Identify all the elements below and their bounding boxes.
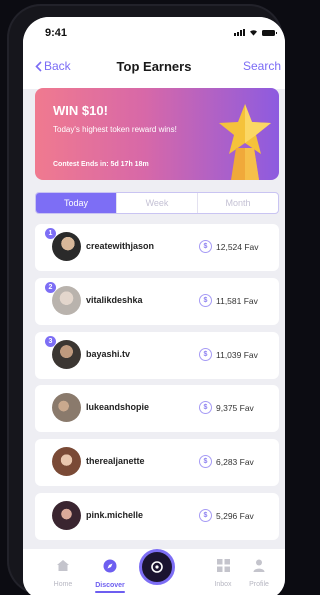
token-coin-icon: $	[199, 347, 212, 361]
banner-subtitle: Today's highest token reward wins!	[53, 125, 177, 134]
rank-badge: 3	[45, 335, 56, 347]
inbox-icon	[216, 559, 230, 572]
leaderboard-row[interactable]: pink.michelle $ 5,296 Fav	[35, 492, 279, 540]
battery-icon	[262, 30, 277, 36]
score: 12,524 Fav	[216, 242, 259, 252]
phone-frame: 9:41 Back Top Earners Search WIN $10! To…	[7, 4, 285, 595]
person-icon	[253, 559, 265, 572]
username: bayashi.tv	[86, 348, 131, 359]
rank-badge: 2	[45, 281, 56, 293]
username: vitalikdeshka	[86, 294, 143, 305]
avatar	[52, 500, 81, 530]
token-coin-icon: $	[199, 401, 212, 415]
tab-week[interactable]: Week	[117, 193, 198, 213]
nav-bar: Back Top Earners Search	[23, 49, 285, 89]
period-tabs: Today Week Month	[35, 192, 279, 214]
username: createwithjason	[86, 241, 155, 251]
status-time: 9:41	[45, 27, 68, 39]
star-trophy-icon	[219, 104, 271, 180]
tab-home[interactable]: Home	[41, 559, 85, 588]
bottom-tab-bar: Home Discover Inbox Profile	[23, 549, 285, 595]
score: 6,283 Fav	[216, 457, 254, 468]
rank-badge: 1	[45, 228, 56, 239]
tab-month[interactable]: Month	[198, 193, 278, 213]
score: 11,039 Fav	[216, 349, 258, 360]
status-bar: 9:41	[23, 17, 285, 49]
token-coin-icon: $	[199, 240, 212, 253]
tab-discover[interactable]: Discover	[88, 559, 132, 593]
token-coin-icon: $	[199, 293, 212, 307]
username: therealjanette	[86, 456, 145, 467]
banner-headline: WIN $10!	[53, 103, 108, 118]
tab-profile-label: Profile	[249, 581, 269, 588]
tab-home-label: Home	[53, 581, 73, 588]
leaderboard-list: 1 createwithjason $ 12,524 Fav 2 vitalik…	[35, 224, 279, 547]
home-icon	[57, 560, 69, 571]
leaderboard-row[interactable]: 3 bayashi.tv $ 11,039 Fav	[35, 331, 279, 379]
score: 5,296 Fav	[216, 510, 254, 521]
create-button[interactable]	[139, 549, 175, 585]
create-icon	[151, 561, 163, 573]
active-tab-indicator	[95, 591, 125, 593]
leaderboard-row[interactable]: 1 createwithjason $ 12,524 Fav	[35, 224, 279, 271]
compass-icon	[103, 559, 117, 573]
tab-today[interactable]: Today	[36, 193, 117, 213]
leaderboard-row[interactable]: lukeandshopie $ 9,375 Fav	[35, 385, 279, 433]
wifi-icon	[250, 30, 257, 36]
search-button[interactable]: Search	[243, 59, 281, 73]
avatar	[52, 447, 81, 477]
tab-discover-label: Discover	[95, 582, 125, 589]
avatar	[52, 393, 81, 423]
avatar	[52, 232, 81, 261]
username: pink.michelle	[86, 509, 144, 520]
avatar	[52, 339, 81, 369]
score: 9,375 Fav	[216, 403, 254, 414]
token-coin-icon: $	[199, 508, 212, 522]
token-coin-icon: $	[199, 455, 212, 469]
tab-profile[interactable]: Profile	[237, 559, 281, 588]
app-screen: 9:41 Back Top Earners Search WIN $10! To…	[23, 17, 285, 595]
leaderboard-row[interactable]: therealjanette $ 6,283 Fav	[35, 439, 279, 487]
score: 11,581 Fav	[216, 295, 258, 306]
leaderboard-row[interactable]: 2 vitalikdeshka $ 11,581 Fav	[35, 277, 279, 325]
signal-icon	[234, 29, 245, 36]
contest-countdown: Contest Ends in: 5d 17h 18m	[53, 161, 149, 168]
avatar	[52, 285, 81, 315]
username: lukeandshopie	[86, 402, 150, 413]
contest-banner[interactable]: WIN $10! Today's highest token reward wi…	[35, 88, 279, 180]
status-icons	[234, 29, 277, 36]
